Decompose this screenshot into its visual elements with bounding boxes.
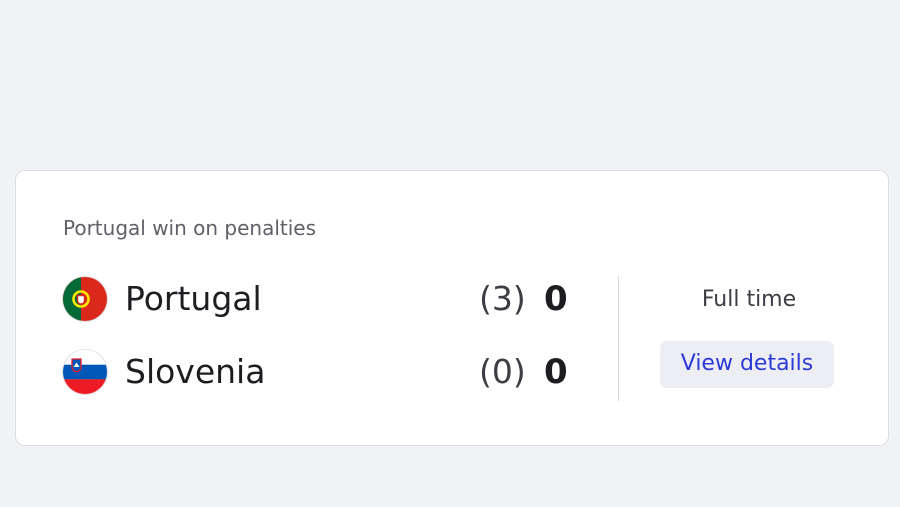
match-status: Full time — [701, 287, 797, 312]
goals-score: 0 — [544, 279, 568, 319]
penalty-score: (0) — [479, 352, 526, 391]
team-name: Slovenia — [125, 352, 266, 391]
view-details-button[interactable]: View details — [660, 341, 834, 388]
match-card: Portugal win on penalties Portugal (3) 0… — [15, 170, 889, 446]
slovenia-flag-icon — [63, 350, 107, 394]
goals-score: 0 — [544, 352, 568, 392]
team-name: Portugal — [125, 279, 262, 318]
penalty-score: (3) — [479, 279, 526, 318]
team-row-slovenia: Slovenia (0) 0 — [63, 350, 583, 396]
portugal-flag-icon — [63, 277, 107, 321]
result-note: Portugal win on penalties — [63, 216, 317, 240]
team-row-portugal: Portugal (3) 0 — [63, 277, 583, 323]
